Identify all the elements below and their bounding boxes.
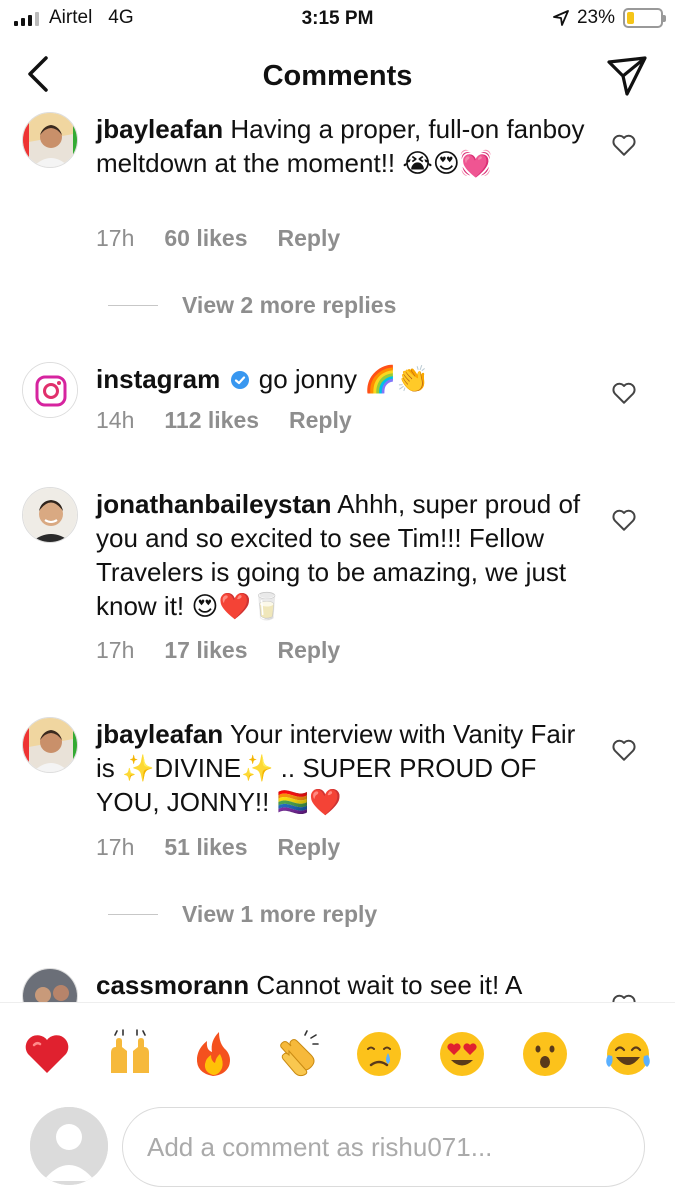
emoji-quick-bar — [0, 1002, 675, 1102]
comment-body: jonathanbaileystan Ahhh, super proud of … — [96, 487, 586, 623]
reply-button[interactable]: Reply — [278, 834, 341, 861]
comment-username[interactable]: cassmorann — [96, 970, 249, 1000]
reply-button[interactable]: Reply — [278, 637, 341, 664]
avatar[interactable] — [22, 487, 78, 543]
avatar[interactable] — [22, 362, 78, 418]
comment-meta: 14h 112 likes Reply — [96, 407, 352, 434]
status-bar: Airtel 4G 3:15 PM 23% — [0, 0, 675, 38]
comment-composer — [0, 1102, 675, 1200]
battery-fill — [627, 12, 635, 24]
comment-username[interactable]: jonathanbaileystan — [96, 489, 332, 519]
verified-badge-icon — [230, 371, 249, 389]
comment-time: 17h — [96, 225, 135, 251]
comment-text: Cannot wait to see it! A — [256, 970, 523, 1000]
comment-body: jbayleafan Your interview with Vanity Fa… — [96, 717, 586, 819]
avatar[interactable] — [22, 717, 78, 773]
clapping-hands-emoji-icon[interactable] — [271, 1029, 321, 1079]
like-heart-icon[interactable] — [611, 507, 637, 533]
heart-eyes-emoji-icon[interactable] — [437, 1029, 487, 1079]
comment-username[interactable]: jbayleafan — [96, 114, 223, 144]
user-avatar[interactable] — [30, 1107, 108, 1185]
header: Comments — [0, 40, 675, 112]
comment-likes[interactable]: 60 likes — [164, 225, 247, 252]
battery-percent: 23% — [576, 7, 615, 28]
view-more-replies-button[interactable]: View 2 more replies — [108, 292, 396, 319]
reply-button[interactable]: Reply — [289, 407, 352, 434]
comment-likes[interactable]: 17 likes — [164, 637, 247, 664]
view-replies-label: View 2 more replies — [182, 292, 397, 318]
tears-of-joy-emoji-icon[interactable] — [603, 1029, 653, 1079]
avatar[interactable] — [22, 112, 78, 168]
avatar[interactable] — [22, 968, 78, 1002]
fire-emoji-icon[interactable] — [188, 1029, 238, 1079]
comment-meta: 17h 51 likes Reply — [96, 834, 340, 861]
raising-hands-emoji-icon[interactable] — [105, 1029, 155, 1079]
location-arrow-icon — [553, 10, 569, 26]
surprised-face-emoji-icon[interactable] — [520, 1029, 570, 1079]
comment-meta: 17h 17 likes Reply — [96, 637, 340, 664]
comment-username[interactable]: jbayleafan — [96, 719, 223, 749]
page-title: Comments — [262, 60, 413, 92]
divider-line — [108, 305, 158, 306]
divider-line — [108, 914, 158, 915]
battery-icon — [623, 8, 666, 28]
comment-time: 14h — [96, 407, 135, 433]
like-heart-icon[interactable] — [611, 992, 637, 1002]
comment-input[interactable] — [122, 1107, 645, 1187]
comments-list[interactable]: jbayleafan Having a proper, full-on fanb… — [0, 112, 675, 1002]
comment-likes[interactable]: 51 likes — [164, 834, 247, 861]
comment-body: jbayleafan Having a proper, full-on fanb… — [96, 112, 586, 180]
reply-button[interactable]: Reply — [278, 225, 341, 252]
like-heart-icon[interactable] — [611, 737, 637, 763]
crying-face-emoji-icon[interactable] — [354, 1029, 404, 1079]
comment-text: go jonny 🌈👏 — [258, 364, 430, 394]
view-more-replies-button[interactable]: View 1 more reply — [108, 901, 377, 928]
comment-username[interactable]: instagram — [96, 364, 220, 394]
like-heart-icon[interactable] — [611, 132, 637, 158]
view-replies-label: View 1 more reply — [182, 901, 378, 927]
comment-time: 17h — [96, 637, 135, 663]
red-heart-emoji-icon[interactable] — [22, 1029, 72, 1079]
comment-body: cassmorann Cannot wait to see it! A — [96, 968, 586, 1002]
comment-time: 17h — [96, 834, 135, 860]
comment-meta: 17h 60 likes Reply — [96, 225, 340, 252]
like-heart-icon[interactable] — [611, 380, 637, 406]
status-right: 23% — [553, 7, 666, 29]
paper-plane-icon[interactable] — [603, 52, 651, 100]
comment-body: instagram go jonny 🌈👏 — [96, 362, 586, 396]
comment-likes[interactable]: 112 likes — [164, 407, 259, 434]
